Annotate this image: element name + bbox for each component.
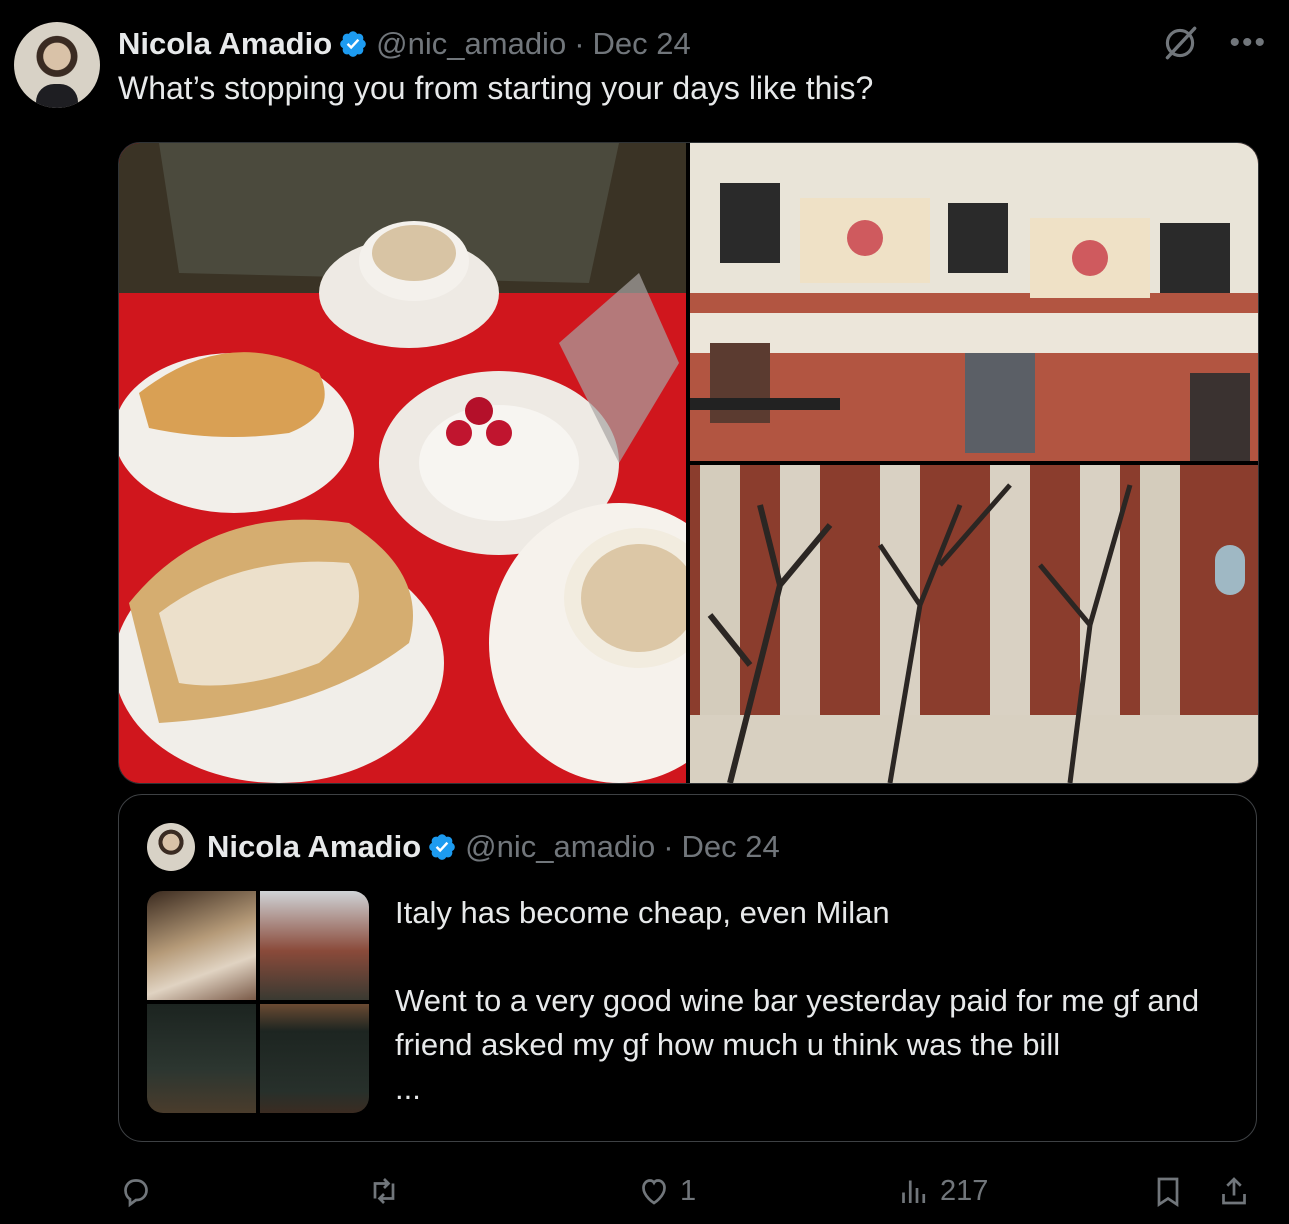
verified-badge-icon [429,834,455,860]
retweet-button[interactable] [366,1168,410,1214]
quoted-photo-dessert [147,891,256,1000]
reply-icon [124,1179,148,1208]
quoted-author-handle: @nic_amadio [465,829,656,864]
header-separator: · [574,26,585,61]
author-name[interactable]: Nicola Amadio [118,26,332,62]
quoted-author-name: Nicola Amadio [207,829,422,864]
quoted-text-line-1: Italy has become cheap, even Milan [395,895,890,930]
quoted-text-line-2: Went to a very good wine bar yesterday p… [395,983,1200,1062]
retweet-icon [373,1178,395,1204]
author-avatar[interactable] [14,22,100,108]
quoted-tweet-text: Italy has become cheap, even Milan Went … [395,891,1235,1111]
like-count: 1 [680,1174,697,1207]
share-button[interactable] [1216,1168,1252,1214]
quoted-tweet-card[interactable]: Nicola Amadio @nic_amadio · Dec 24 Italy… [118,794,1257,1142]
views-count: 217 [940,1174,989,1207]
quoted-photo-chalkboard-1 [147,1004,256,1113]
reply-button[interactable] [118,1168,162,1214]
quoted-tweet-header: Nicola Amadio @nic_amadio · Dec 24 [147,823,780,871]
quoted-author-avatar [147,823,195,871]
tweet-header: Nicola Amadio @nic_amadio · Dec 24 [118,24,691,64]
photo-breakfast-table[interactable] [119,143,686,783]
tweet-text: What’s stopping you from starting your d… [118,70,874,106]
views-icon [902,1180,926,1203]
quoted-media-grid [147,891,369,1113]
heart-icon [642,1179,666,1205]
like-button[interactable]: 1 [636,1168,696,1214]
views-button[interactable]: 217 [896,1168,988,1214]
photo-building-facade-top[interactable] [690,143,1258,461]
quoted-tweet-date: Dec 24 [681,829,780,864]
verified-badge-icon [340,31,366,57]
quoted-photo-chalkboard-2 [260,1004,369,1113]
quoted-header-separator: · [663,829,674,864]
tweet-media-grid [118,142,1259,784]
tweet-action-bar: 1 217 [118,1168,1257,1216]
more-icon[interactable]: ••• [1229,28,1267,58]
quoted-text-ellipsis: ... [395,1071,421,1106]
share-icon [1222,1177,1246,1205]
tweet-date[interactable]: Dec 24 [593,26,691,62]
photo-building-facade-bottom[interactable] [690,465,1258,783]
grok-icon[interactable] [1159,22,1201,64]
author-handle[interactable]: @nic_amadio [376,26,566,62]
bookmark-button[interactable] [1150,1168,1186,1214]
quoted-photo-building [260,891,369,1000]
bookmark-icon [1157,1177,1179,1208]
